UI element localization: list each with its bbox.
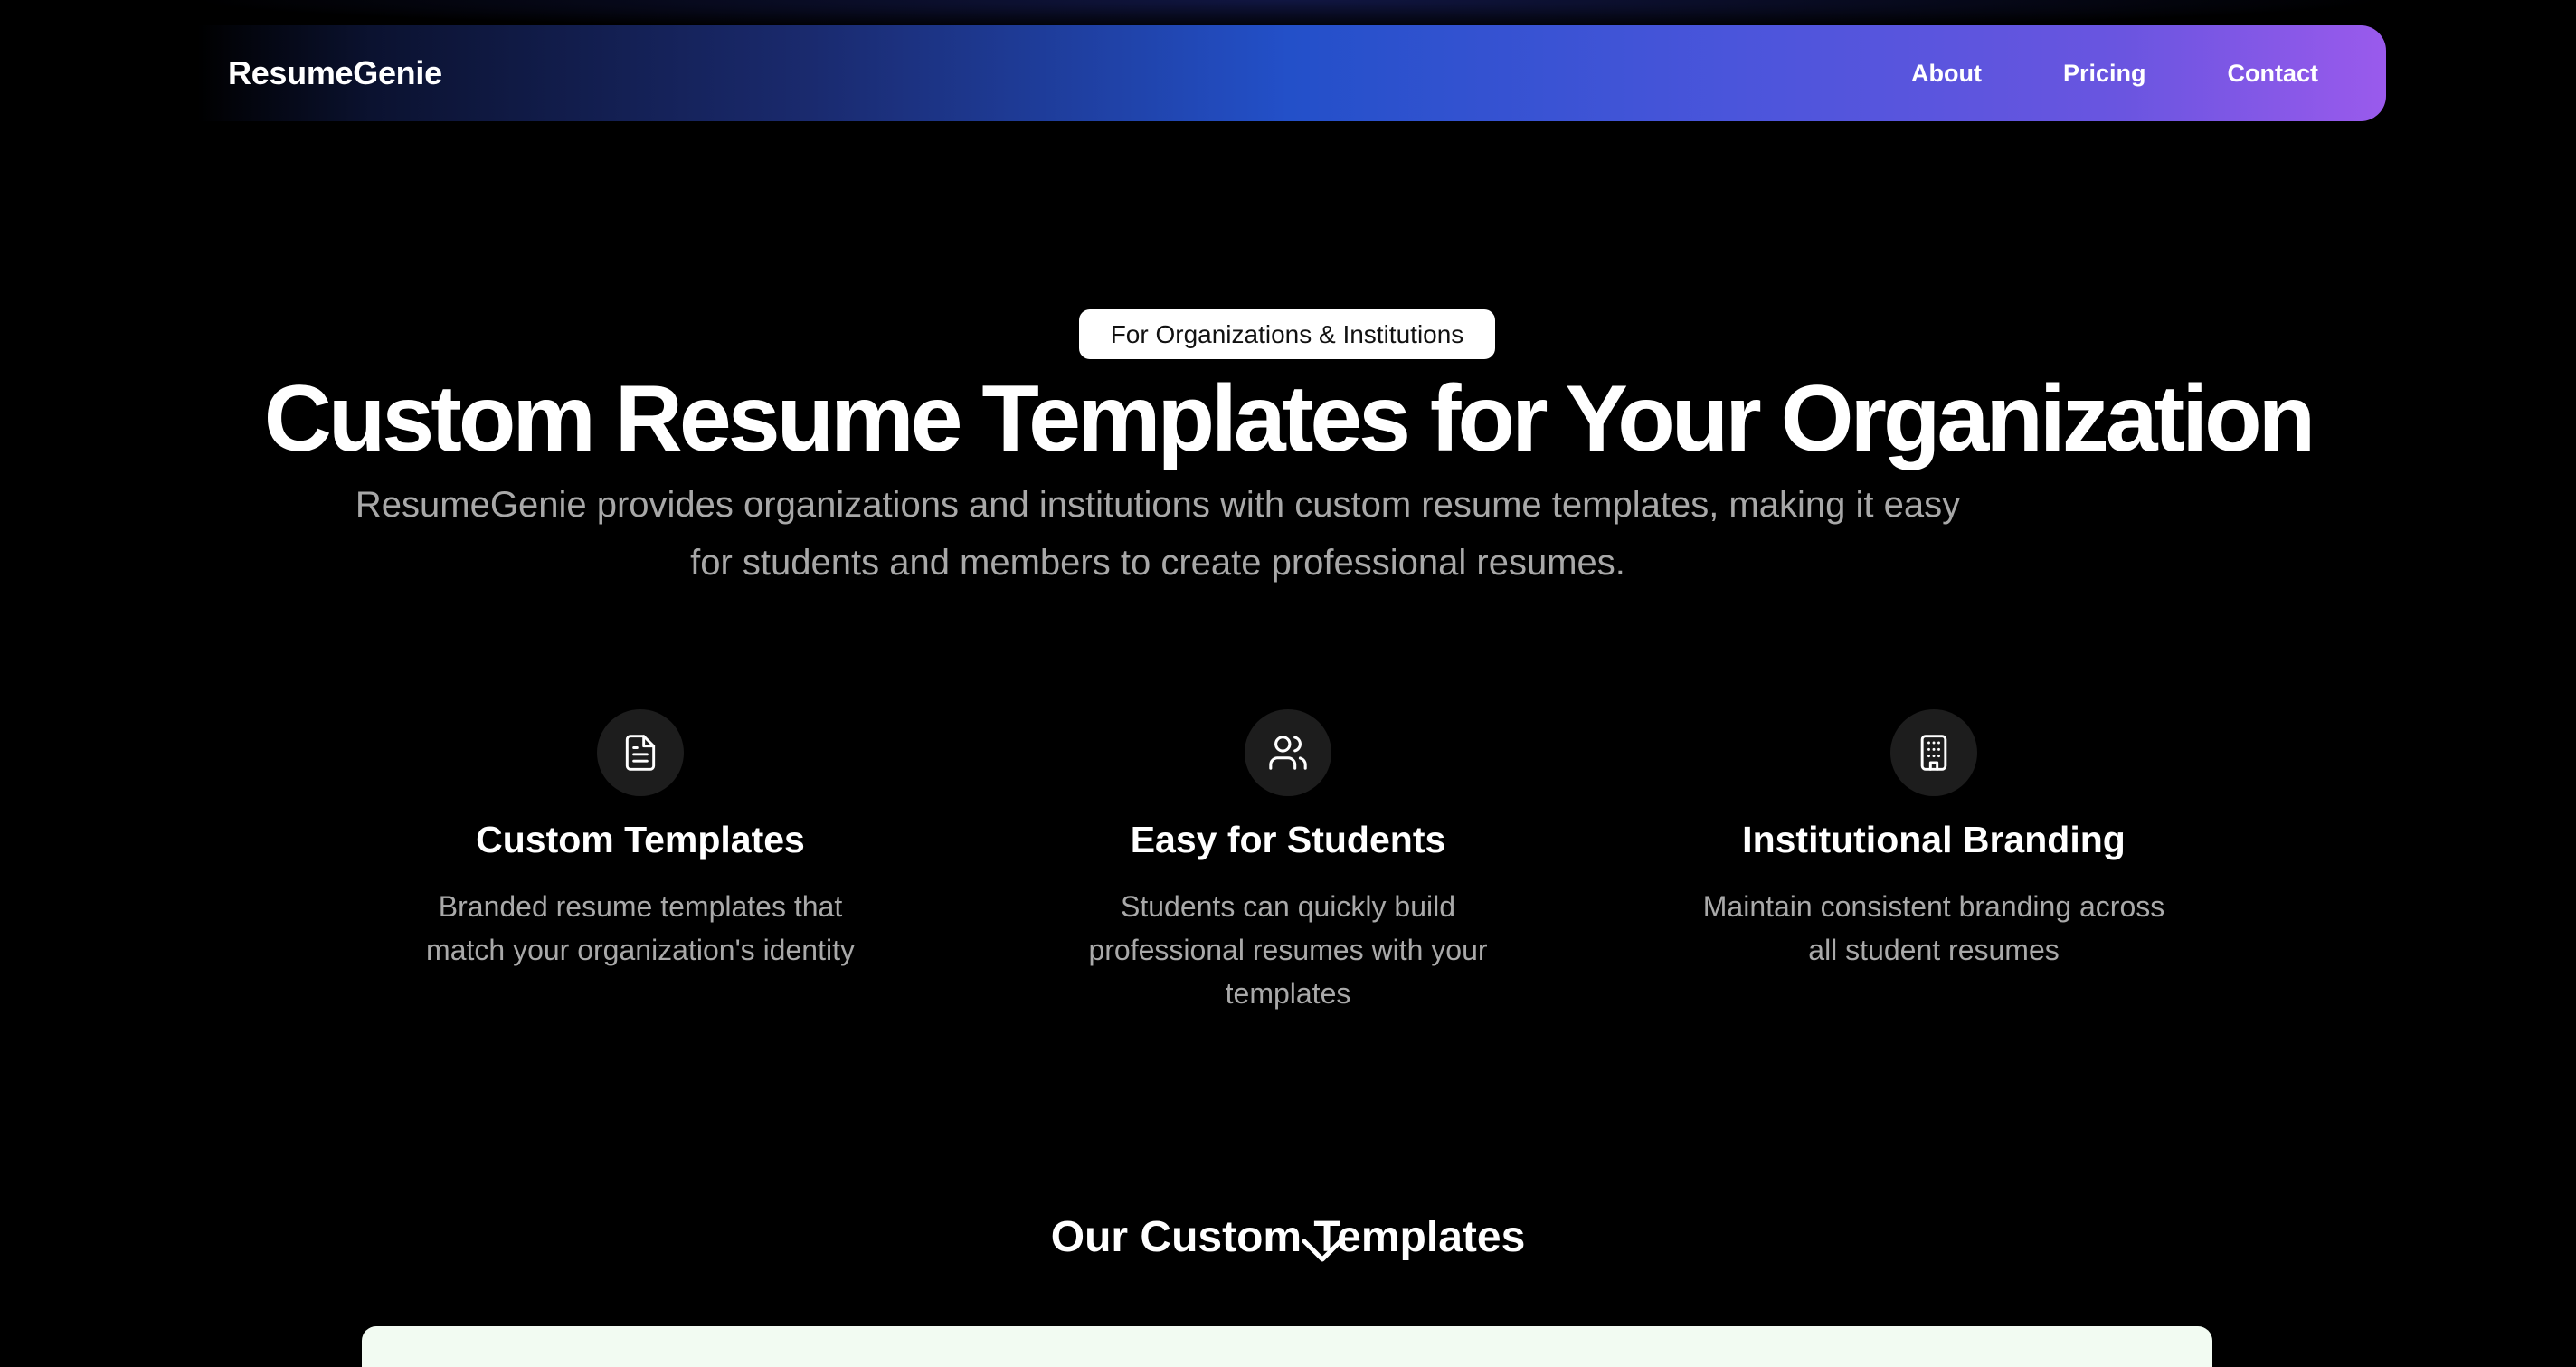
feature-title: Easy for Students [1130, 819, 1446, 860]
feature-institutional-branding: Institutional Branding Maintain consiste… [1644, 709, 2223, 972]
nav-links: About Pricing Contact [1870, 25, 2386, 121]
feature-description: Branded resume templates that match your… [426, 890, 855, 966]
templates-section-title: Our Custom Templates [1050, 1213, 1526, 1261]
brand-logo[interactable]: ResumeGenie [228, 25, 442, 121]
building-icon [1890, 709, 1977, 796]
template-preview-card[interactable] [362, 1326, 2212, 1367]
page: ResumeGenie About Pricing Contact For Or… [0, 0, 2576, 1367]
feature-title: Institutional Branding [1742, 819, 2126, 860]
navbar: ResumeGenie About Pricing Contact [197, 25, 2386, 121]
hero-title: Custom Resume Templates for Your Organiz… [263, 366, 2316, 471]
nav-link-contact[interactable]: Contact [2187, 60, 2387, 88]
chevron-down-icon[interactable] [1299, 1232, 1346, 1268]
feature-title: Custom Templates [476, 819, 805, 860]
users-icon [1245, 709, 1331, 796]
nav-link-pricing[interactable]: Pricing [2022, 60, 2187, 88]
hero-subtitle: ResumeGenie provides organizations and i… [355, 485, 1961, 583]
feature-easy-for-students: Easy for Students Students can quickly b… [999, 709, 1577, 1015]
document-icon [597, 709, 684, 796]
audience-badge: For Organizations & Institutions [1079, 309, 1495, 359]
feature-custom-templates: Custom Templates Branded resume template… [351, 709, 930, 972]
feature-description: Students can quickly build professional … [1088, 890, 1488, 1010]
nav-link-about[interactable]: About [1870, 60, 2022, 88]
feature-description: Maintain consistent branding across all … [1702, 890, 2165, 966]
